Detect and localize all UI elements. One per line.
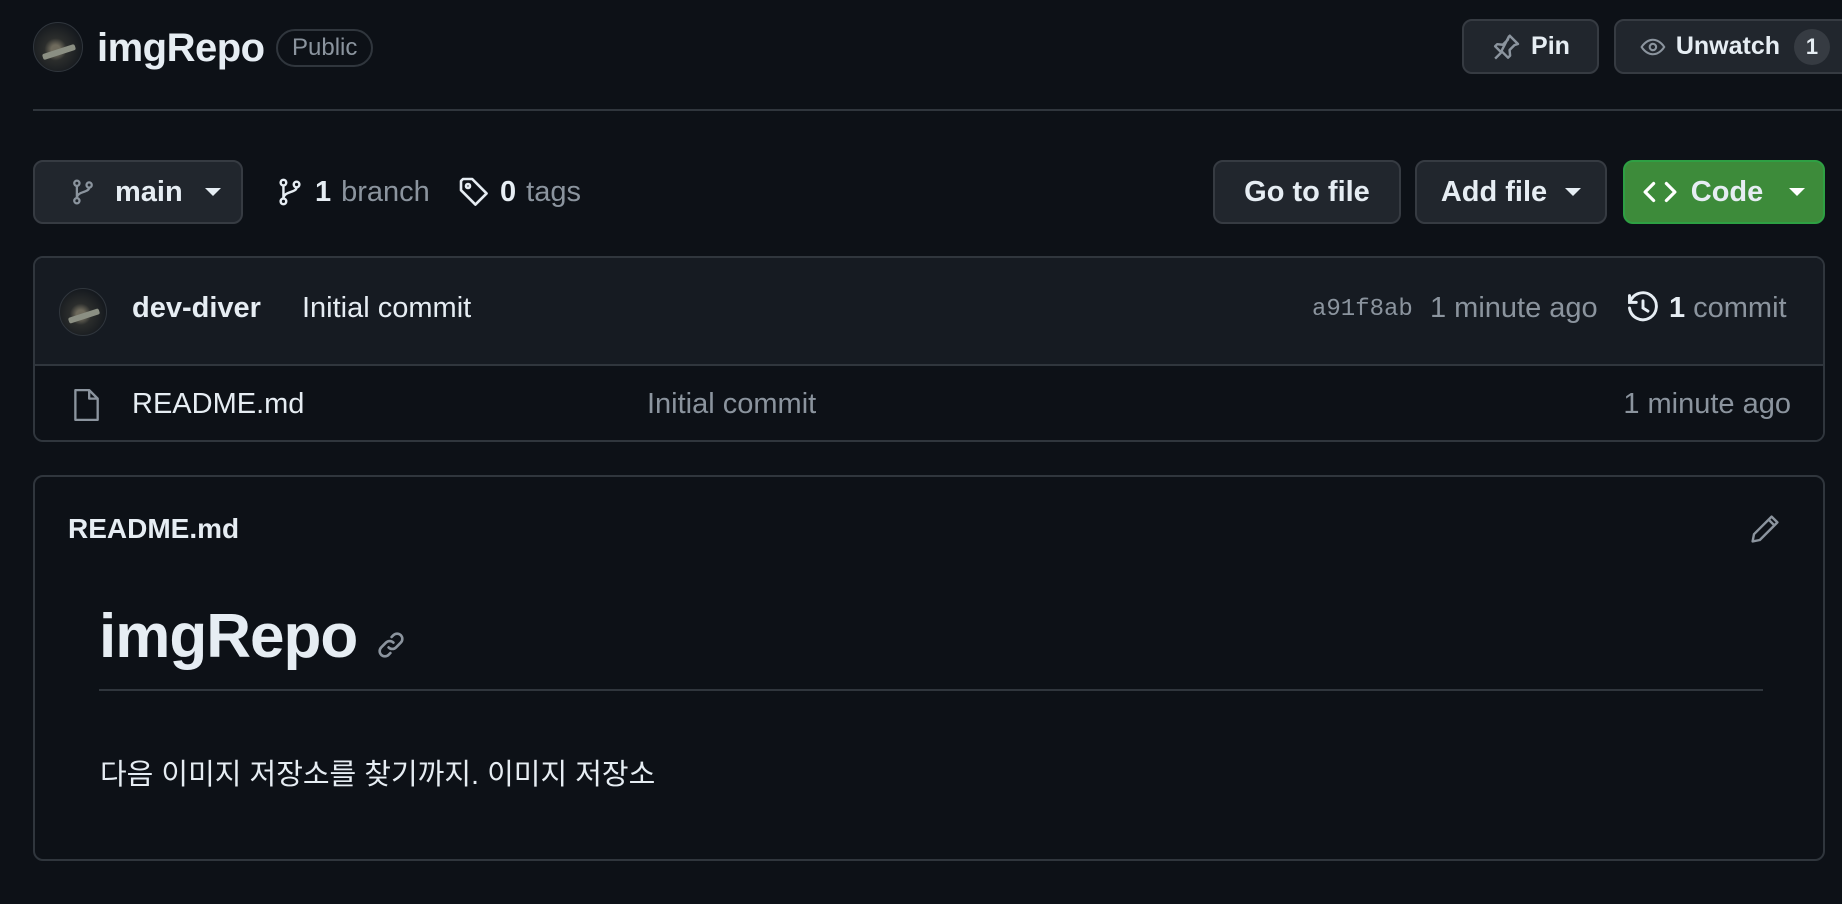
unwatch-label: Unwatch bbox=[1675, 32, 1780, 60]
file-commit-message[interactable]: Initial commit bbox=[647, 388, 816, 421]
commit-time: 1 minute ago bbox=[1430, 292, 1598, 324]
pencil-icon[interactable] bbox=[1749, 513, 1781, 545]
chevron-down-icon bbox=[1789, 188, 1806, 196]
git-branch-icon bbox=[73, 179, 93, 205]
add-file-button[interactable]: Add file bbox=[1415, 160, 1607, 224]
history-icon bbox=[1628, 291, 1658, 322]
repo-header: imgRepo Public Pin Unwatch 1 bbox=[33, 0, 1842, 111]
file-name[interactable]: README.md bbox=[132, 388, 304, 421]
commit-count-label: commit bbox=[1693, 291, 1787, 324]
code-icon bbox=[1643, 181, 1677, 203]
readme-filename[interactable]: README.md bbox=[68, 513, 239, 545]
git-branch-icon bbox=[279, 178, 301, 206]
pin-button[interactable]: Pin bbox=[1462, 19, 1599, 74]
commit-count: 1 bbox=[1669, 291, 1686, 324]
chevron-down-icon bbox=[204, 188, 221, 196]
repo-toolbar: main 1 branch 0 tags Go to file Add file… bbox=[33, 160, 1825, 224]
branch-name: main bbox=[115, 175, 183, 208]
branch-label: branch bbox=[341, 175, 430, 208]
readme-heading: imgRepo bbox=[99, 602, 1763, 691]
tag-label: tags bbox=[526, 175, 581, 208]
readme-panel: README.md imgRepo 다음 이미지 저장소를 찾기까지. 이미지 … bbox=[33, 475, 1825, 861]
readme-paragraph: 다음 이미지 저장소를 찾기까지. 이미지 저장소 bbox=[100, 759, 656, 791]
code-label: Code bbox=[1690, 175, 1764, 208]
repo-name[interactable]: imgRepo bbox=[97, 24, 265, 72]
owner-avatar[interactable] bbox=[33, 22, 83, 72]
tag-icon bbox=[459, 177, 488, 206]
branch-count: 1 bbox=[315, 175, 332, 208]
commit-author[interactable]: dev-diver bbox=[132, 292, 261, 325]
commit-message[interactable]: Initial commit bbox=[302, 292, 471, 325]
commit-sha[interactable]: a91f8ab bbox=[1312, 296, 1413, 323]
file-icon bbox=[74, 388, 99, 422]
readme-heading-text: imgRepo bbox=[99, 602, 358, 671]
go-to-file-button[interactable]: Go to file bbox=[1213, 160, 1401, 224]
branches-link[interactable]: 1 branch bbox=[275, 160, 430, 224]
branch-select[interactable]: main bbox=[33, 160, 243, 224]
table-row[interactable]: README.md Initial commit 1 minute ago bbox=[35, 366, 1823, 440]
add-file-label: Add file bbox=[1440, 175, 1548, 208]
pin-label: Pin bbox=[1531, 32, 1570, 60]
chevron-down-icon bbox=[1565, 188, 1582, 196]
file-browser: dev-diver Initial commit a91f8ab 1 minut… bbox=[33, 256, 1825, 442]
tags-link[interactable]: 0 tags bbox=[458, 160, 581, 224]
file-time: 1 minute ago bbox=[1623, 388, 1791, 420]
eye-icon bbox=[1640, 38, 1666, 55]
commit-history-link[interactable]: 1 commit bbox=[1625, 288, 1787, 328]
unwatch-button[interactable]: Unwatch 1 bbox=[1614, 19, 1842, 74]
code-button[interactable]: Code bbox=[1623, 160, 1825, 224]
latest-commit-row: dev-diver Initial commit a91f8ab 1 minut… bbox=[35, 258, 1823, 366]
pin-icon bbox=[1493, 33, 1520, 59]
tag-count: 0 bbox=[500, 175, 517, 208]
visibility-badge: Public bbox=[276, 29, 374, 67]
watch-count: 1 bbox=[1794, 28, 1830, 65]
link-icon[interactable] bbox=[375, 629, 407, 661]
avatar[interactable] bbox=[59, 288, 107, 336]
